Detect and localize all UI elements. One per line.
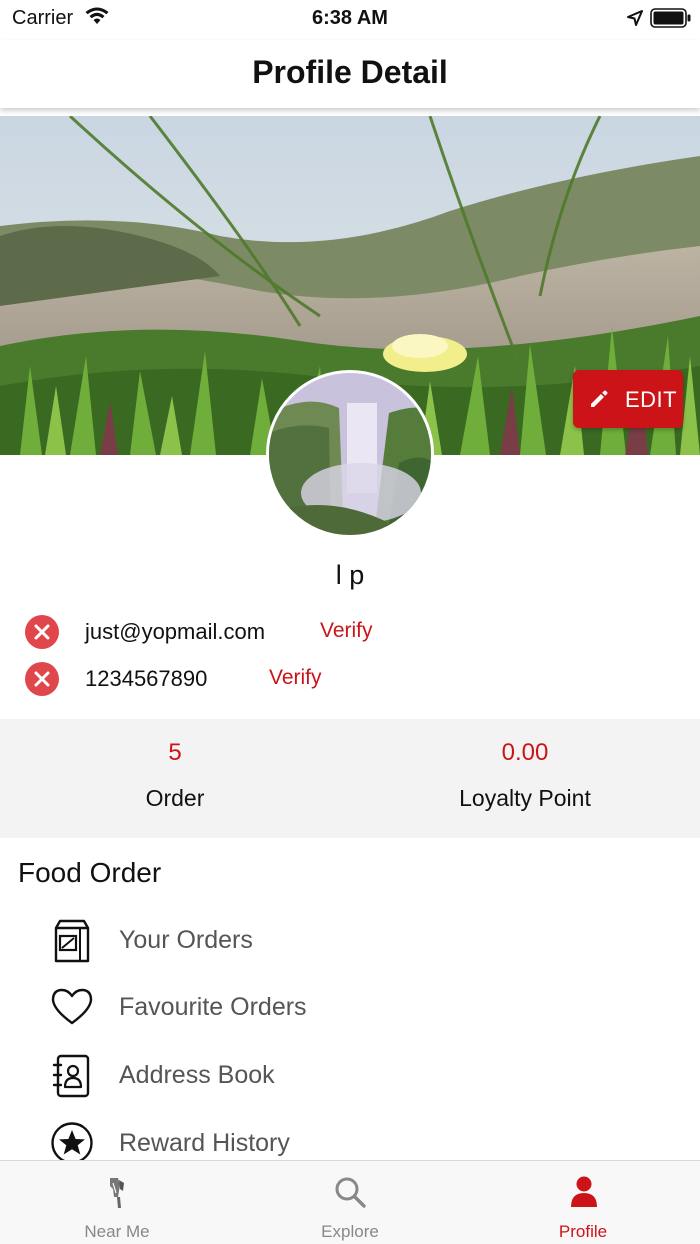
menu-item-favourite-orders[interactable]: Favourite Orders [0, 977, 700, 1037]
menu-label: Reward History [119, 1129, 290, 1157]
menu-item-address-book[interactable]: Address Book [0, 1045, 700, 1105]
tab-label: Profile [558, 1222, 608, 1241]
tab-profile[interactable]: Profile [466, 1161, 700, 1244]
verify-phone-link[interactable]: Verify [269, 666, 322, 690]
location-arrow-icon [627, 10, 643, 26]
order-count: 5 [168, 739, 182, 766]
tab-bar: Near Me Explore Profile [0, 1160, 700, 1244]
loyalty-point-stat[interactable]: 0.00 Loyalty Point [350, 719, 700, 838]
user-name: l p [335, 560, 365, 590]
address-book-icon [52, 1054, 90, 1098]
edit-label: EDIT [625, 387, 678, 412]
phone-value: 1234567890 [85, 666, 208, 691]
loyalty-point-value: 0.00 [501, 739, 549, 766]
pencil-icon [591, 390, 608, 407]
navigation-bar: Profile Detail [0, 40, 700, 108]
verify-email-link[interactable]: Verify [320, 619, 373, 643]
avatar-image [269, 373, 431, 535]
section-title: Food Order [18, 857, 162, 888]
tab-label: Near Me [84, 1222, 150, 1241]
star-badge-icon [51, 1122, 93, 1164]
shopping-bag-icon [54, 919, 90, 963]
edit-cover-button[interactable]: EDIT [573, 370, 683, 428]
menu-label: Your Orders [119, 926, 253, 954]
menu-label: Favourite Orders [119, 993, 307, 1021]
near-me-icon [110, 1178, 124, 1208]
heart-icon [51, 988, 93, 1025]
order-label: Order [145, 785, 205, 811]
search-icon [335, 1177, 366, 1208]
unverified-x-icon [25, 615, 59, 649]
tab-explore[interactable]: Explore [233, 1161, 467, 1244]
battery-icon [650, 8, 691, 28]
loyalty-point-label: Loyalty Point [459, 785, 591, 811]
avatar[interactable] [266, 370, 434, 538]
page-title: Profile Detail [252, 54, 448, 90]
order-stat[interactable]: 5 Order [0, 719, 350, 838]
menu-label: Address Book [119, 1061, 275, 1089]
menu-item-your-orders[interactable]: Your Orders [0, 910, 700, 970]
status-bar: Carrier 6:38 AM [0, 0, 700, 40]
clock: 6:38 AM [312, 7, 388, 29]
tab-label: Explore [321, 1222, 379, 1241]
unverified-x-icon [25, 662, 59, 696]
tab-near-me[interactable]: Near Me [0, 1161, 234, 1244]
email-value: just@yopmail.com [85, 619, 266, 644]
person-icon [571, 1176, 597, 1207]
stats-panel: 5 Order 0.00 Loyalty Point [0, 719, 700, 838]
